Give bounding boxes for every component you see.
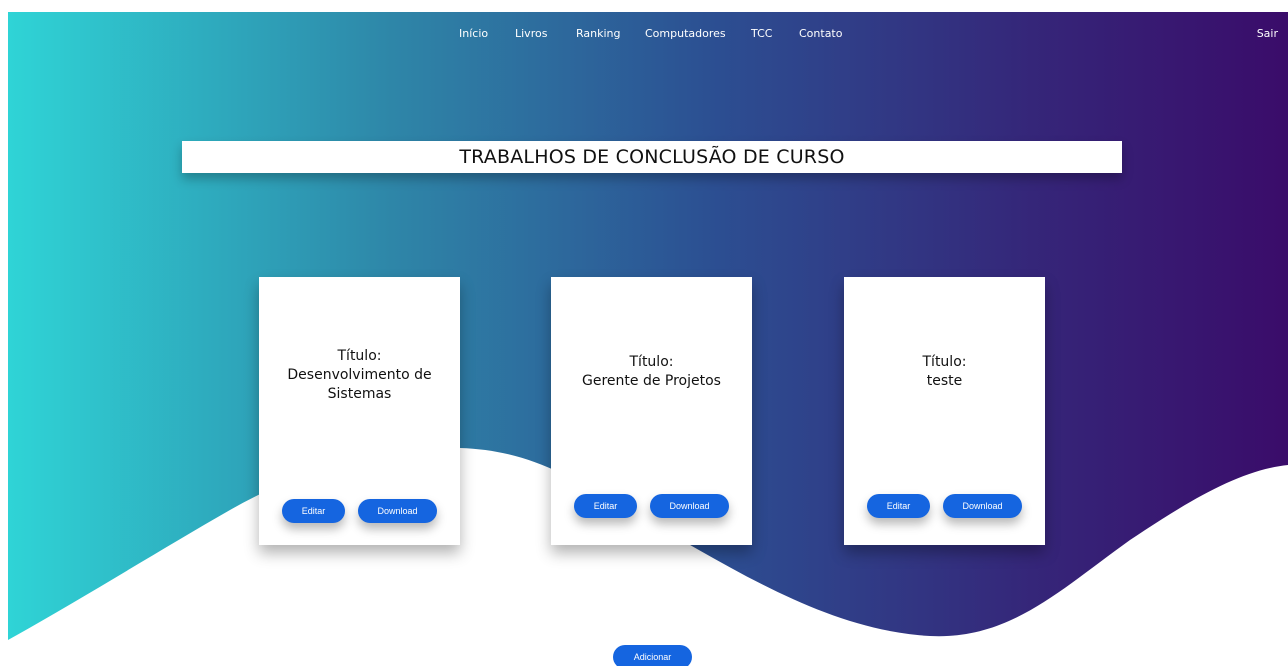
nav-item-tcc[interactable]: TCC — [751, 26, 772, 42]
top-scroll-indicator — [604, 9, 732, 11]
card-title-label: Título: — [337, 348, 382, 364]
card-title: Título: Gerente de Projetos — [559, 353, 744, 391]
tcc-card: Título: Desenvolvimento de Sistemas Edit… — [259, 277, 460, 545]
page-title: TRABALHOS DE CONCLUSÃO DE CURSO — [459, 146, 845, 168]
card-title-value: Gerente de Projetos — [582, 373, 721, 389]
download-button[interactable]: Download — [943, 494, 1022, 518]
nav-item-ranking[interactable]: Ranking — [576, 26, 621, 42]
page-title-bar: TRABALHOS DE CONCLUSÃO DE CURSO — [182, 141, 1122, 173]
nav-item-computadores[interactable]: Computadores — [645, 26, 726, 42]
nav-item-livros[interactable]: Livros — [515, 26, 547, 42]
page: Início Livros Ranking Computadores TCC C… — [0, 0, 1288, 666]
card-title: Título: Desenvolvimento de Sistemas — [267, 347, 452, 404]
edit-button[interactable]: Editar — [574, 494, 637, 518]
nav-item-contato[interactable]: Contato — [799, 26, 842, 42]
download-button[interactable]: Download — [650, 494, 729, 518]
card-title-value: Desenvolvimento de Sistemas — [287, 367, 432, 402]
edit-button[interactable]: Editar — [867, 494, 930, 518]
logout-link[interactable]: Sair — [1257, 26, 1278, 42]
edit-button[interactable]: Editar — [282, 499, 345, 523]
tcc-card: Título: teste Editar Download — [844, 277, 1045, 545]
card-title: Título: teste — [852, 353, 1037, 391]
card-title-label: Título: — [922, 354, 967, 370]
nav-item-inicio[interactable]: Início — [459, 26, 488, 42]
card-title-label: Título: — [629, 354, 674, 370]
card-title-value: teste — [926, 373, 963, 389]
download-button[interactable]: Download — [358, 499, 437, 523]
tcc-card: Título: Gerente de Projetos Editar Downl… — [551, 277, 752, 545]
add-button[interactable]: Adicionar — [613, 645, 692, 666]
